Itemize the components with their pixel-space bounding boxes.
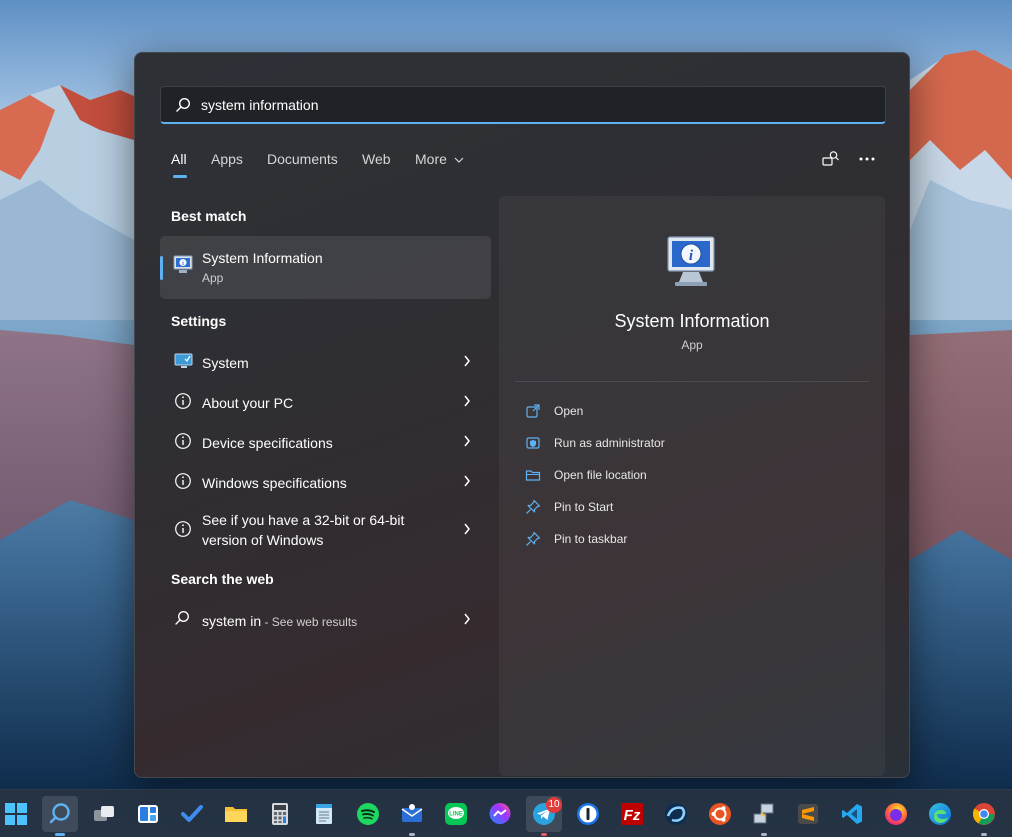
preview-subtitle: App — [681, 338, 703, 352]
info-circle-icon — [174, 392, 192, 415]
vscode-icon[interactable] — [834, 796, 870, 832]
svg-text:Fz: Fz — [624, 807, 641, 824]
running-indicator — [981, 833, 987, 836]
search-web-heading: Search the web — [171, 571, 274, 587]
search-icon — [174, 610, 190, 631]
settings-item-label-line2: version of Windows — [202, 532, 324, 548]
web-search-suffix: - See web results — [261, 615, 358, 629]
tab-all[interactable]: All — [171, 151, 187, 167]
sublime-text-icon[interactable] — [790, 796, 826, 832]
search-highlights-icon[interactable] — [821, 149, 841, 169]
chevron-right-icon — [463, 354, 471, 373]
search-box[interactable] — [160, 86, 886, 124]
tab-apps[interactable]: Apps — [211, 151, 243, 167]
action-label: Open — [554, 404, 584, 418]
info-circle-icon — [174, 520, 192, 543]
action-label: Pin to Start — [554, 500, 614, 514]
settings-item-label: Windows specifications — [202, 475, 347, 491]
pin-icon — [525, 531, 541, 552]
taskbar-search-button[interactable] — [42, 796, 78, 836]
settings-item-32-or-64-bit[interactable]: See if you have a 32-bit or 64-bit versi… — [160, 505, 491, 553]
web-search-result[interactable]: system in - See web results — [160, 599, 491, 639]
tab-web[interactable]: Web — [362, 151, 391, 167]
mail-app-icon[interactable] — [394, 796, 430, 836]
shield-admin-icon — [525, 435, 541, 456]
pin-icon — [525, 499, 541, 520]
monitor-check-icon — [174, 352, 194, 375]
chrome-icon[interactable] — [966, 796, 1002, 836]
chevron-right-icon — [463, 522, 471, 541]
preview-pane: i System Information App Open Run as adm… — [499, 196, 885, 776]
settings-item-device-specifications[interactable]: Device specifications — [160, 421, 491, 461]
settings-item-about-pc[interactable]: About your PC — [160, 381, 491, 421]
settings-item-system[interactable]: System — [160, 341, 491, 381]
preview-title: System Information — [614, 311, 770, 331]
best-match-result[interactable]: i System Information App — [160, 236, 491, 299]
action-label: Run as administrator — [554, 436, 665, 450]
tab-documents[interactable]: Documents — [267, 151, 338, 167]
open-external-icon — [525, 403, 541, 424]
info-circle-icon — [174, 432, 192, 455]
more-options-icon[interactable] — [857, 149, 877, 169]
network-tool-icon[interactable] — [746, 796, 782, 836]
spotify-icon[interactable] — [350, 796, 386, 832]
search-input[interactable] — [201, 95, 861, 115]
settings-item-label: About your PC — [202, 395, 294, 411]
telegram-icon[interactable]: 10 — [526, 796, 562, 836]
active-indicator — [55, 833, 65, 836]
widgets-button[interactable] — [130, 796, 166, 832]
web-search-query: system in — [202, 613, 262, 629]
chevron-right-icon — [463, 612, 471, 631]
settings-item-label-line1: See if you have a 32-bit or 64-bit — [202, 512, 405, 528]
line-app-icon[interactable]: LINE — [438, 796, 474, 832]
chevron-right-icon — [463, 474, 471, 493]
active-tab-indicator — [173, 175, 187, 178]
system-information-icon: i — [665, 234, 717, 295]
action-label: Open file location — [554, 468, 647, 482]
settings-item-label: See if you have a 32-bit or 64-bit versi… — [202, 510, 404, 550]
running-indicator — [409, 833, 415, 836]
running-indicator — [541, 833, 547, 836]
todo-app-icon[interactable] — [174, 796, 210, 832]
search-icon — [175, 97, 191, 118]
edge-icon[interactable] — [922, 796, 958, 832]
system-information-icon: i — [172, 254, 194, 281]
1password-icon[interactable] — [570, 796, 606, 832]
chevron-right-icon — [463, 394, 471, 413]
selection-indicator — [160, 256, 163, 280]
settings-item-label: System — [202, 355, 249, 371]
tab-more-label: More — [415, 151, 447, 167]
search-flyout: All Apps Documents Web More Best match i… — [134, 52, 910, 778]
start-button[interactable] — [0, 796, 34, 832]
notification-badge: 10 — [546, 797, 562, 813]
ubuntu-icon[interactable] — [702, 796, 738, 832]
filezilla-icon[interactable]: Fz — [614, 796, 650, 832]
notepad-icon[interactable] — [306, 796, 342, 832]
settings-heading: Settings — [171, 313, 227, 329]
best-match-heading: Best match — [171, 208, 247, 224]
messenger-icon[interactable] — [482, 796, 518, 832]
running-indicator — [761, 833, 767, 836]
tab-more[interactable]: More — [415, 151, 464, 167]
best-match-title: System Information — [202, 250, 323, 266]
settings-item-windows-specifications[interactable]: Windows specifications — [160, 461, 491, 501]
chevron-down-icon — [454, 157, 464, 163]
edge-dev-icon[interactable] — [658, 796, 694, 832]
action-label: Pin to taskbar — [554, 532, 628, 546]
task-view-button[interactable] — [86, 796, 122, 832]
info-circle-icon — [174, 472, 192, 495]
divider — [515, 381, 869, 382]
chevron-right-icon — [463, 434, 471, 453]
web-search-label: system in - See web results — [202, 611, 357, 632]
calculator-icon[interactable] — [262, 796, 298, 832]
file-explorer-icon[interactable] — [218, 796, 254, 832]
settings-item-label: Device specifications — [202, 435, 333, 451]
svg-text:LINE: LINE — [449, 812, 463, 818]
best-match-subtitle: App — [202, 271, 224, 285]
firefox-icon[interactable] — [878, 796, 914, 832]
taskbar: LINE 10 Fz — [0, 789, 1012, 837]
folder-icon — [525, 467, 541, 488]
